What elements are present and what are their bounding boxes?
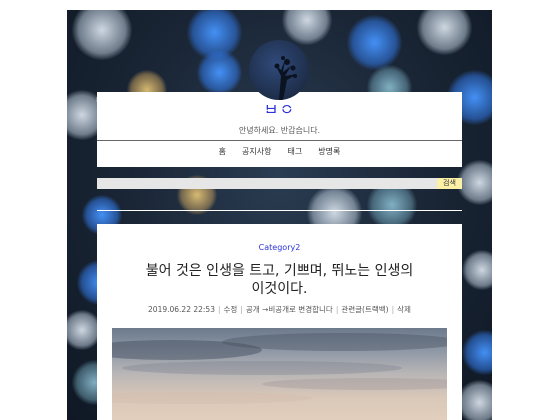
main-nav: 홈 공지사항 태그 방명록 [97,146,462,157]
post-title-line-1: 불어 것은 인생을 트고, 기쁘며, 뛰노는 인생의 [145,263,414,279]
sky-clouds-image [112,333,447,404]
post-category[interactable]: Category2 [97,243,462,252]
nav-item-home[interactable]: 홈 [219,146,226,157]
post-title[interactable]: 불어 것은 인생을 트고, 기쁘며, 뛰노는 인생의 이것이다. [137,262,422,298]
search-input[interactable] [97,178,437,189]
delete-link[interactable]: 삭제 [397,305,411,314]
search-button[interactable]: 검색 [437,178,462,189]
header-divider [97,140,462,141]
blog-tagline: 안녕하세요. 반갑습니다. [238,126,321,135]
post-meta: 2019.06.22 22:53 | 수정 | 공개 →비공개로 변경합니다 | 관련글(트… [148,305,411,314]
edit-link[interactable]: 수정 [224,305,238,314]
post-cover-image [112,328,447,420]
blog-header: 'ㅂㅇ 스페이이이이이븐트진 ㅂㅇ 안녕하세요. 반갑습니다. 홈 공지사항 태… [95,92,462,167]
profile-image[interactable] [249,40,309,100]
tree-silhouette-icon [274,56,297,100]
post-card: Category2 불어 것은 인생을 트고, 기쁘며, 뛰노는 인생의 이것이… [97,224,462,420]
nav-item-guestbook[interactable]: 방명록 [318,146,340,157]
nav-item-notice[interactable]: 공지사항 [242,146,271,157]
post-title-line-2: 이것이다. [251,281,308,297]
section-divider [97,210,462,211]
nav-item-tags[interactable]: 태그 [288,146,303,157]
trackback-link[interactable]: 관련글(트랙백) [341,305,388,314]
post-date: 2019.06.22 22:53 [148,305,215,314]
visibility-toggle-link[interactable]: 공개 →비공개로 변경합니다 [246,305,333,314]
